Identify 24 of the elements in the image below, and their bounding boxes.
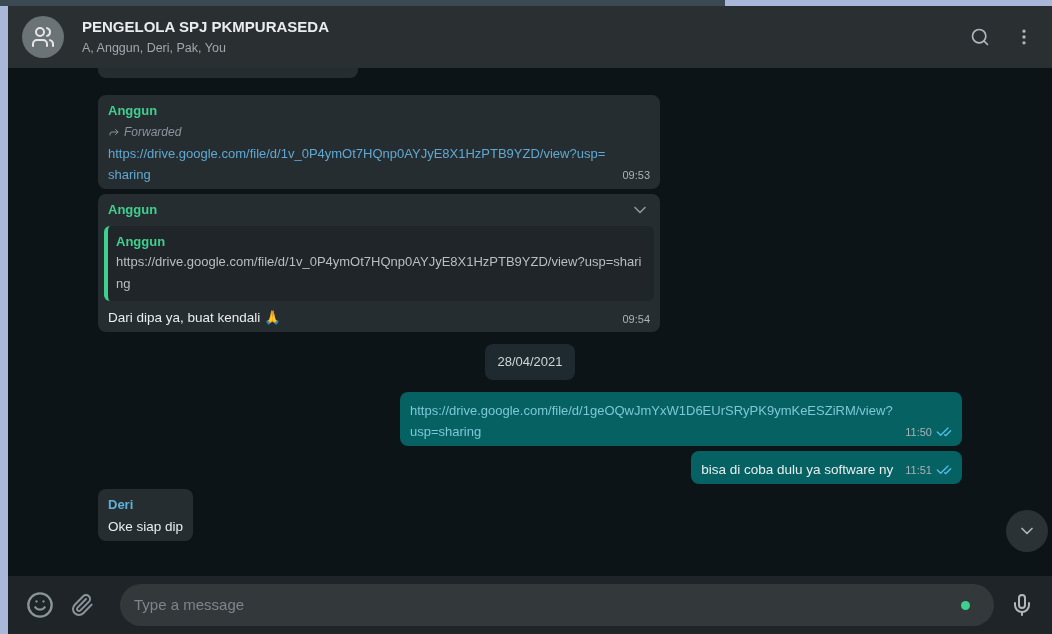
date-chip: 28/04/2021 bbox=[485, 344, 575, 380]
message-time: 09:53 bbox=[622, 168, 650, 183]
search-icon[interactable] bbox=[970, 27, 990, 47]
link-text[interactable]: https://drive.google.com/file/d/1geOQwJmYxW1D6EUrSRyPK9ymKeESZiRM/view?usp=sharing bbox=[410, 399, 894, 442]
link-text[interactable]: https://drive.google.com/file/d/1v_0P4ymOt7HQnp0AYJyE8X1HzPTB9YZD/view?usp=sharing bbox=[108, 142, 611, 185]
message-text: Dari dipa ya, buat kendali 🙏 bbox=[108, 309, 282, 327]
quoted-text: https://drive.google.com/file/d/1v_0P4ymOt7HQnp0AYJyE8X1HzPTB9YZD/view?usp=sharing bbox=[116, 253, 643, 293]
message-input[interactable]: Type a message bbox=[134, 593, 961, 617]
forwarded-label: Forwarded bbox=[124, 123, 182, 141]
quoted-sender: Anggun bbox=[116, 232, 167, 251]
emoji-icon[interactable] bbox=[26, 591, 54, 619]
sender-name: Deri bbox=[108, 495, 134, 514]
message-time: 11:50 bbox=[905, 425, 932, 440]
paperclip-icon[interactable] bbox=[70, 593, 94, 617]
message-field[interactable]: Type a message bbox=[120, 584, 994, 626]
chat-title: PENGELOLA SPJ PKMPURASEDA bbox=[82, 17, 329, 38]
message-time: 09:54 bbox=[622, 311, 650, 327]
group-icon bbox=[31, 25, 55, 49]
participants-list: A, Anggun, Deri, Pak, You bbox=[82, 38, 329, 58]
message-text: bisa di coba dulu ya software ny bbox=[701, 460, 894, 479]
message-time: 11:51 bbox=[905, 463, 932, 478]
sender-name: Anggun bbox=[108, 102, 158, 120]
message-text: Oke siap dip bbox=[108, 518, 184, 536]
sender-name: Anggun bbox=[108, 200, 158, 219]
